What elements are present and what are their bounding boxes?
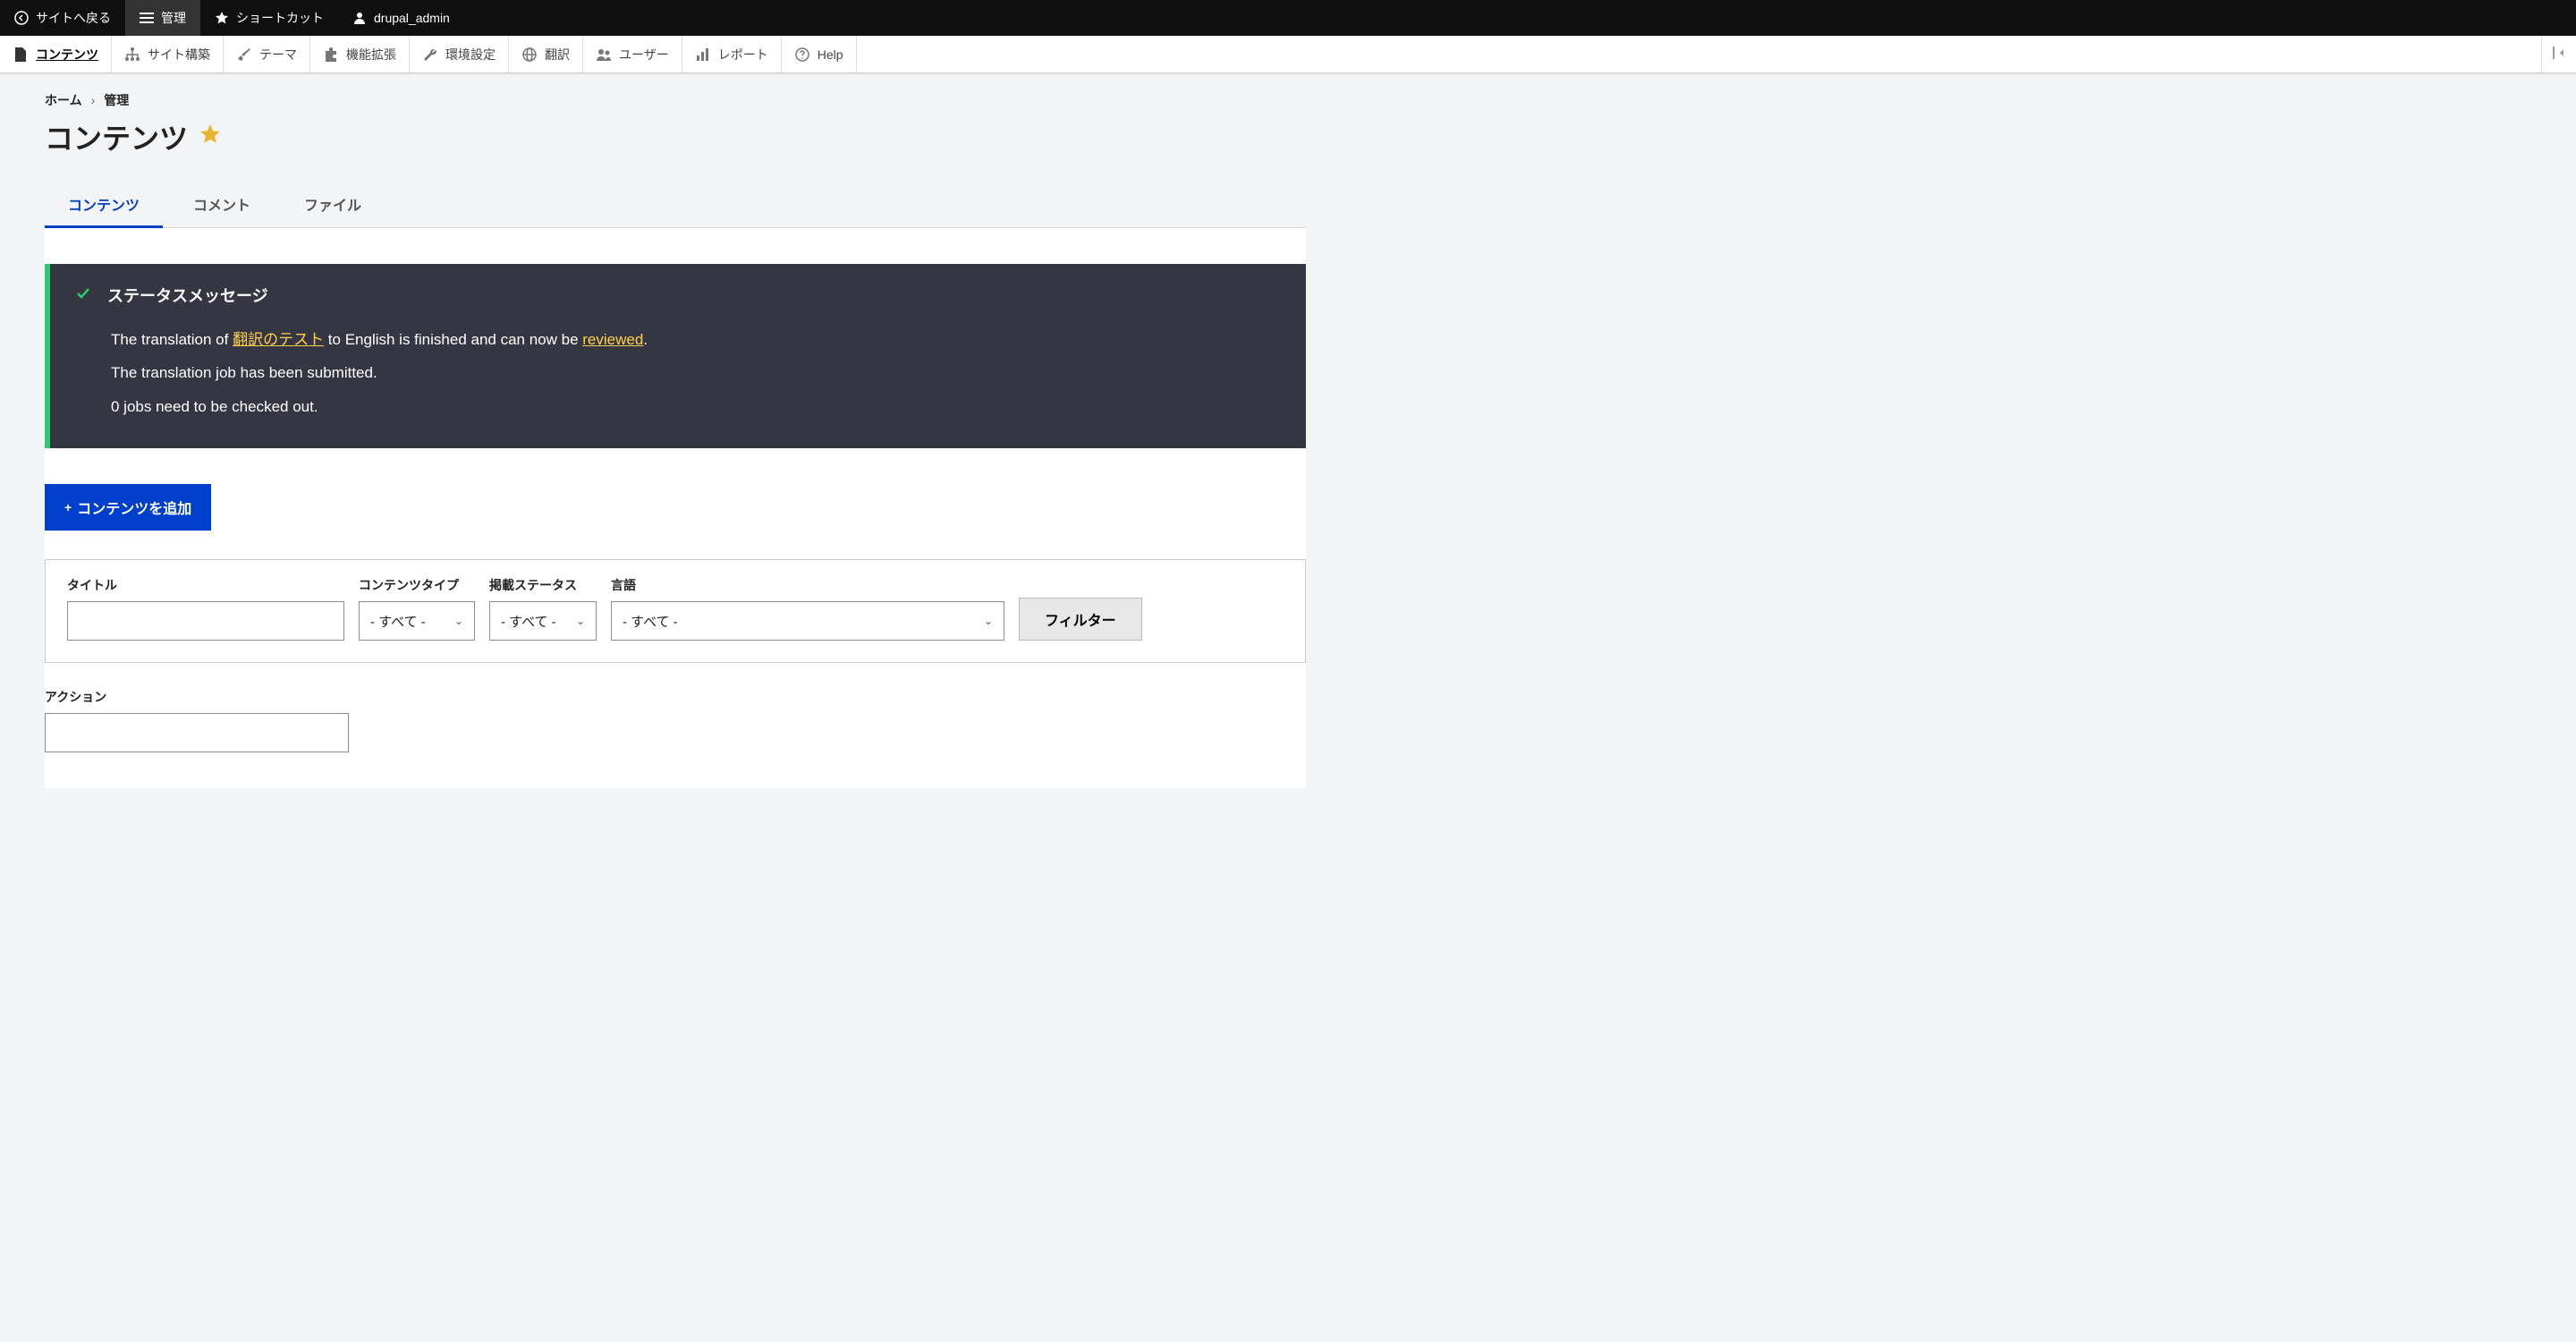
admin-menu-help-label: Help xyxy=(818,47,843,62)
check-icon xyxy=(75,285,91,306)
chevron-down-icon: ⌄ xyxy=(454,615,463,627)
status-message: ステータスメッセージ The translation of 翻訳のテスト to … xyxy=(45,264,1306,448)
manage-link[interactable]: 管理 xyxy=(125,0,200,36)
filter-title-input[interactable] xyxy=(67,601,344,641)
help-icon xyxy=(794,47,810,63)
add-content-label: コンテンツを追加 xyxy=(77,497,191,518)
tab-files[interactable]: ファイル xyxy=(281,183,385,228)
people-icon xyxy=(596,47,612,63)
document-icon xyxy=(13,47,29,63)
back-arrow-icon xyxy=(14,11,29,25)
admin-menu-content[interactable]: コンテンツ xyxy=(0,36,112,72)
admin-menu-content-label: コンテンツ xyxy=(36,46,98,64)
filter-status-select[interactable]: - すべて - ⌄ xyxy=(489,601,597,641)
translation-link[interactable]: 翻訳のテスト xyxy=(233,331,324,348)
breadcrumb-admin[interactable]: 管理 xyxy=(104,91,129,109)
admin-menu-structure-label: サイト構築 xyxy=(148,46,210,64)
chevron-down-icon: ⌄ xyxy=(984,615,993,627)
collapse-toolbar-button[interactable] xyxy=(2541,36,2576,72)
manage-label: 管理 xyxy=(161,9,186,27)
filter-button[interactable]: フィルター xyxy=(1019,598,1142,641)
filter-box: タイトル コンテンツタイプ - すべて - ⌄ 掲載ステータス - すべて - … xyxy=(45,559,1306,663)
action-select[interactable] xyxy=(45,713,349,752)
star-icon xyxy=(215,11,229,25)
admin-menu-translation-label: 翻訳 xyxy=(545,46,570,64)
status-header-text: ステータスメッセージ xyxy=(107,284,268,307)
filter-language-label: 言語 xyxy=(611,576,1004,594)
breadcrumb: ホーム › 管理 xyxy=(45,91,1306,109)
admin-menu-appearance-label: テーマ xyxy=(259,46,297,64)
filter-language-select[interactable]: - すべて - ⌄ xyxy=(611,601,1004,641)
shortcut-star-toggle[interactable] xyxy=(199,123,222,152)
admin-menu-config[interactable]: 環境設定 xyxy=(410,36,509,72)
admin-menu-reports-label: レポート xyxy=(718,46,768,64)
chart-icon xyxy=(695,47,711,63)
status-line-2: The translation job has been submitted. xyxy=(111,356,1281,389)
admin-menu-extend-label: 機能拡張 xyxy=(346,46,396,64)
filter-type-label: コンテンツタイプ xyxy=(359,576,475,594)
filter-status-label: 掲載ステータス xyxy=(489,576,597,594)
admin-menu-reports[interactable]: レポート xyxy=(682,36,782,72)
admin-menu-people-label: ユーザー xyxy=(619,46,669,64)
breadcrumb-home[interactable]: ホーム xyxy=(45,91,82,109)
filter-status-value: - すべて - xyxy=(501,612,556,631)
back-to-site-link[interactable]: サイトへ戻る xyxy=(0,0,125,36)
puzzle-icon xyxy=(323,47,339,63)
admin-menu-translation[interactable]: 翻訳 xyxy=(509,36,583,72)
filter-type-value: - すべて - xyxy=(370,612,426,631)
page-title: コンテンツ xyxy=(45,116,188,157)
chevron-down-icon: ⌄ xyxy=(576,615,585,627)
status-line-1: The translation of 翻訳のテスト to English is … xyxy=(111,323,1281,356)
brush-icon xyxy=(236,47,252,63)
admin-menu-extend[interactable]: 機能拡張 xyxy=(310,36,410,72)
filter-type-select[interactable]: - すべて - ⌄ xyxy=(359,601,475,641)
status-line-3: 0 jobs need to be checked out. xyxy=(111,390,1281,423)
user-link[interactable]: drupal_admin xyxy=(338,0,464,36)
globe-icon xyxy=(521,47,538,63)
add-content-button[interactable]: + コンテンツを追加 xyxy=(45,484,211,531)
admin-menu: コンテンツ サイト構築 テーマ 機能拡張 環境設定 翻訳 ユーザー xyxy=(0,36,2576,73)
local-tabs: コンテンツ コメント ファイル xyxy=(45,183,1306,228)
breadcrumb-separator: › xyxy=(91,93,96,107)
wrench-icon xyxy=(422,47,438,63)
plus-icon: + xyxy=(64,500,72,514)
admin-menu-structure[interactable]: サイト構築 xyxy=(112,36,224,72)
tab-content[interactable]: コンテンツ xyxy=(45,183,163,228)
admin-menu-help[interactable]: Help xyxy=(782,36,857,72)
filter-language-value: - すべて - xyxy=(623,612,678,631)
reviewed-link[interactable]: reviewed xyxy=(582,331,643,348)
action-label: アクション xyxy=(45,688,1306,706)
shortcuts-link[interactable]: ショートカット xyxy=(200,0,338,36)
user-icon xyxy=(352,11,367,25)
admin-menu-people[interactable]: ユーザー xyxy=(583,36,682,72)
admin-menu-appearance[interactable]: テーマ xyxy=(224,36,310,72)
filter-title-label: タイトル xyxy=(67,576,344,594)
back-to-site-label: サイトへ戻る xyxy=(36,9,111,27)
shortcuts-label: ショートカット xyxy=(236,9,324,27)
structure-icon xyxy=(124,47,140,63)
collapse-icon xyxy=(2551,45,2567,64)
username-label: drupal_admin xyxy=(374,11,450,25)
admin-menu-config-label: 環境設定 xyxy=(445,46,496,64)
hamburger-icon xyxy=(140,11,154,25)
top-toolbar: サイトへ戻る 管理 ショートカット drupal_admin xyxy=(0,0,2576,36)
tab-comments[interactable]: コメント xyxy=(170,183,274,228)
